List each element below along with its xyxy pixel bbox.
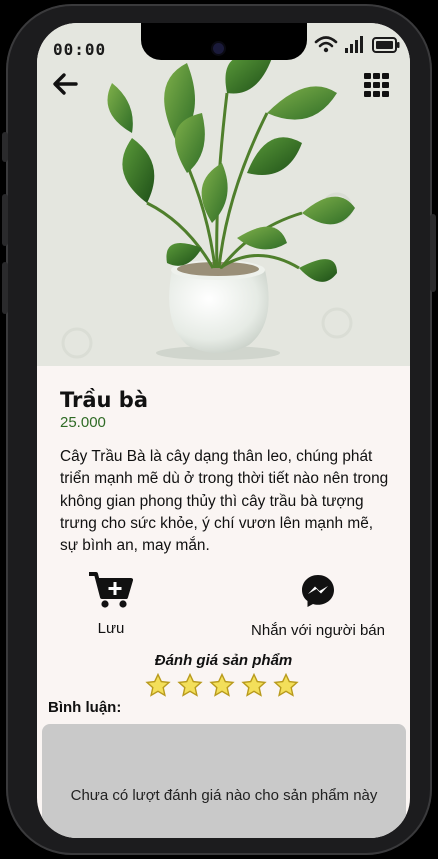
star-rating[interactable] xyxy=(145,673,299,697)
power-button xyxy=(430,214,436,292)
star-icon-5[interactable] xyxy=(273,673,299,697)
phone-frame: 00:00 Trầu bà 25.000 Cây Trầu Bà là cây … xyxy=(2,4,436,855)
save-button[interactable]: Lưu xyxy=(71,571,151,637)
comments-label: Bình luận: xyxy=(48,699,122,716)
star-icon-4[interactable] xyxy=(241,673,267,697)
product-image xyxy=(37,23,410,366)
star-icon-3[interactable] xyxy=(209,673,235,697)
cart-plus-icon xyxy=(89,572,133,608)
message-seller-button[interactable]: Nhắn với người bán xyxy=(233,573,403,639)
comments-empty-text: Chưa có lượt đánh giá nào cho sản phẩm n… xyxy=(70,787,378,804)
volume-down-button xyxy=(2,262,8,314)
battery-icon xyxy=(372,37,400,53)
comments-panel: Chưa có lượt đánh giá nào cho sản phẩm n… xyxy=(42,724,406,838)
product-description: Cây Trầu Bà là cây dạng thân leo, chúng … xyxy=(60,448,389,555)
status-icons xyxy=(314,35,400,53)
plant-illustration xyxy=(61,54,355,360)
volume-up-button xyxy=(2,194,8,246)
status-time: 00:00 xyxy=(53,40,107,59)
save-label: Lưu xyxy=(97,620,125,637)
signal-icon xyxy=(345,36,363,53)
rating-title: Đánh giá sản phẩm xyxy=(154,652,293,669)
star-icon-2[interactable] xyxy=(177,673,203,697)
back-button[interactable] xyxy=(51,71,79,97)
notch xyxy=(141,23,307,60)
front-camera xyxy=(213,43,224,54)
app-screen: 00:00 Trầu bà 25.000 Cây Trầu Bà là cây … xyxy=(37,23,410,838)
arrow-left-icon xyxy=(53,73,78,95)
messenger-icon xyxy=(302,575,334,607)
product-title: Trầu bà xyxy=(60,388,149,412)
star-icon-1[interactable] xyxy=(145,673,171,697)
product-price: 25.000 xyxy=(60,414,106,431)
wifi-icon xyxy=(314,36,338,53)
grid-icon xyxy=(364,73,389,97)
menu-grid-button[interactable] xyxy=(364,73,390,97)
mute-switch xyxy=(2,132,8,162)
message-seller-label: Nhắn với người bán xyxy=(251,622,385,639)
